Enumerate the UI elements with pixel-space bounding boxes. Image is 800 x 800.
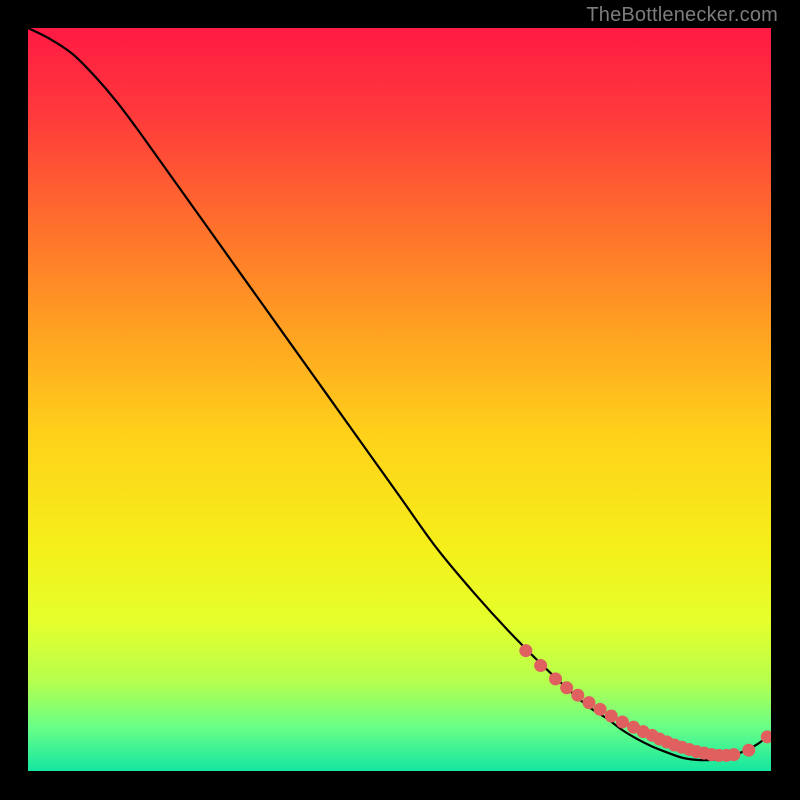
data-point	[742, 744, 755, 757]
data-point	[571, 689, 584, 702]
data-point	[582, 696, 595, 709]
data-point	[549, 672, 562, 685]
watermark-text: TheBottlenecker.com	[586, 4, 778, 27]
chart-svg	[28, 28, 771, 771]
data-point	[594, 703, 607, 716]
data-point	[727, 748, 740, 761]
data-point	[605, 710, 618, 723]
gradient-background	[28, 28, 771, 771]
chart-frame: TheBottlenecker.com	[0, 0, 800, 800]
data-point	[534, 659, 547, 672]
data-point	[560, 681, 573, 694]
data-point	[519, 644, 532, 657]
data-point	[616, 715, 629, 728]
